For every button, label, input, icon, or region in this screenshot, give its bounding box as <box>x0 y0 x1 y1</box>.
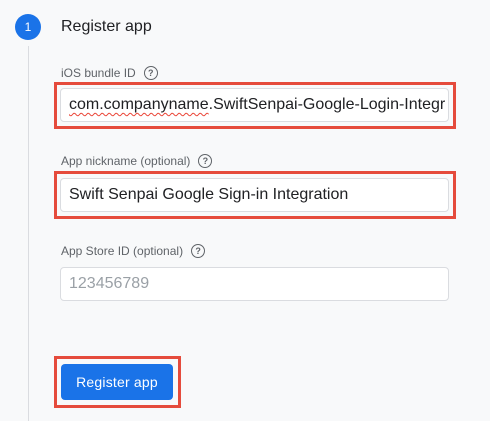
bundle-id-highlight-box <box>54 82 456 129</box>
nickname-highlight-box <box>54 171 456 219</box>
nickname-label: App nickname (optional) ? <box>61 153 213 169</box>
nickname-label-text: App nickname (optional) <box>61 154 191 168</box>
app-store-id-label-text: App Store ID (optional) <box>61 244 184 258</box>
app-store-id-input[interactable]: 123456789 <box>60 267 449 301</box>
app-store-id-label: App Store ID (optional) ? <box>61 243 206 259</box>
step-number-badge: 1 <box>15 14 41 40</box>
help-icon[interactable]: ? <box>143 66 158 80</box>
bundle-id-label: iOS bundle ID ? <box>61 65 158 81</box>
step-connector-line <box>28 46 29 421</box>
help-icon[interactable]: ? <box>198 154 213 168</box>
register-button-highlight-box <box>54 356 181 408</box>
step-title: Register app <box>61 18 152 35</box>
app-store-id-placeholder: 123456789 <box>69 275 150 292</box>
bundle-id-label-text: iOS bundle ID <box>61 66 136 80</box>
help-icon[interactable]: ? <box>191 244 206 258</box>
